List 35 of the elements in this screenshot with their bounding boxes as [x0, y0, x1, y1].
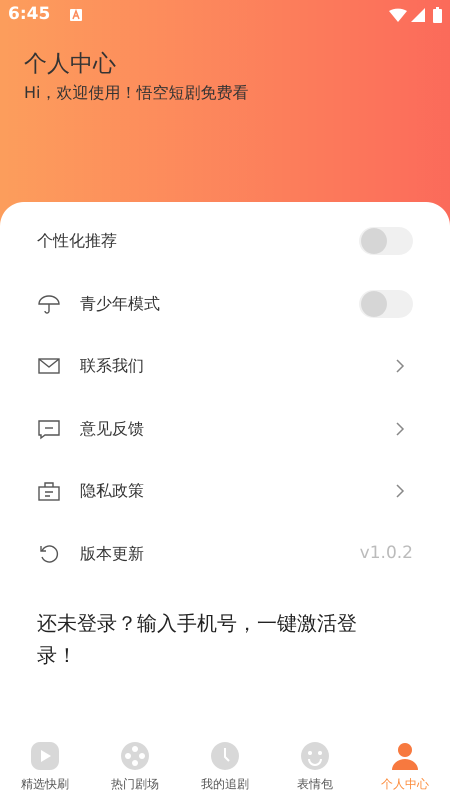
- settings-row[interactable]: 意见反馈: [0, 398, 450, 460]
- signal-icon: [411, 8, 425, 22]
- settings-row[interactable]: 青少年模式: [0, 272, 450, 335]
- settings-row[interactable]: 版本更新 v1.0.2: [0, 522, 450, 585]
- settings-row[interactable]: 隐私政策: [0, 460, 450, 522]
- toggle-switch[interactable]: [359, 227, 413, 256]
- film-reel-icon: [120, 741, 150, 771]
- toggle-switch[interactable]: [359, 290, 413, 318]
- battery-icon: [433, 7, 442, 23]
- status-time: 6:45: [8, 3, 50, 26]
- nav-tab[interactable]: 精选快刷: [0, 741, 90, 793]
- nav-tab[interactable]: 表情包: [270, 741, 360, 793]
- chevron-right-icon: [395, 358, 405, 374]
- setting-label: 意见反馈: [80, 418, 144, 440]
- login-prompt[interactable]: 还未登录？输入手机号，一键激活登录！: [37, 607, 387, 671]
- welcome-text: Hi，欢迎使用！悟空短剧免费看: [24, 82, 250, 104]
- setting-label: 联系我们: [80, 355, 144, 378]
- version-text: v1.0.2: [360, 542, 413, 565]
- nav-tab[interactable]: 我的追剧: [180, 741, 270, 793]
- setting-label: 隐私政策: [80, 480, 144, 502]
- setting-label: 青少年模式: [80, 292, 160, 315]
- setting-label: 版本更新: [80, 542, 144, 565]
- clock-icon: [210, 741, 240, 771]
- settings-row[interactable]: 联系我们: [0, 335, 450, 398]
- notification-icon: [70, 9, 82, 21]
- person-icon: [390, 741, 420, 771]
- chevron-right-icon: [395, 483, 405, 500]
- wifi-icon: [389, 8, 407, 22]
- settings-row[interactable]: 个性化推荐: [0, 210, 450, 272]
- chevron-right-icon: [395, 420, 405, 437]
- play-icon: [30, 741, 60, 771]
- setting-label: 个性化推荐: [37, 230, 117, 252]
- page-title: 个人中心: [24, 50, 117, 79]
- nav-tab[interactable]: 热门剧场: [90, 741, 180, 793]
- smiley-icon: [300, 741, 330, 771]
